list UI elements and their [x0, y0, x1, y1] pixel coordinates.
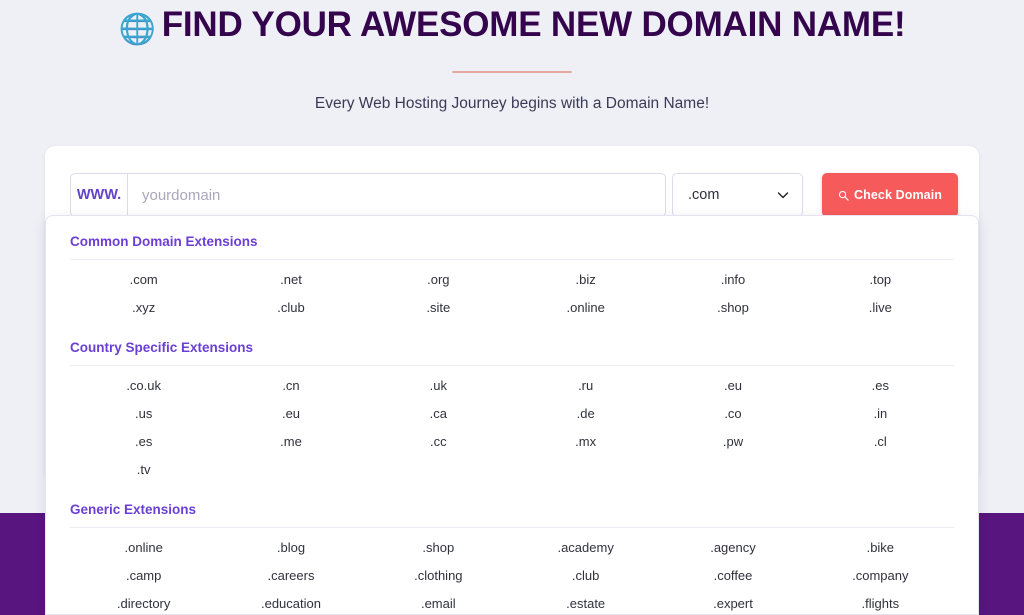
hero-subtitle: Every Web Hosting Journey begins with a …	[314, 95, 710, 112]
extension-section-title: Country Specific Extensions	[70, 340, 254, 355]
page-title: 🌐 FIND YOUR AWESOME NEW DOMAIN NAME!	[0, 4, 1024, 51]
extension-option[interactable]: .online	[512, 294, 659, 322]
extension-option[interactable]: .tv	[70, 456, 217, 484]
extension-option[interactable]: .co.uk	[70, 372, 217, 400]
extension-option[interactable]: .live	[807, 294, 954, 322]
extension-section-title: Generic Extensions	[70, 502, 197, 517]
extension-option[interactable]: .me	[217, 428, 364, 456]
check-domain-button[interactable]: Check Domain	[822, 173, 958, 217]
tld-select-value: .com	[688, 187, 720, 203]
extension-option[interactable]: .site	[365, 294, 512, 322]
extension-option[interactable]: .clothing	[365, 562, 512, 590]
extension-option[interactable]: .cn	[217, 372, 364, 400]
extension-grid: .com .net .org .biz .info .top .xyz .club .site.…	[70, 266, 954, 322]
extension-option[interactable]: .org	[365, 266, 512, 294]
extension-option[interactable]: .coffee	[659, 562, 806, 590]
extension-option[interactable]: .eu	[217, 400, 364, 428]
extension-option[interactable]: .company	[807, 562, 954, 590]
extension-option[interactable]: .cc	[365, 428, 512, 456]
extension-section: Country Specific Extensions .co.uk .cn .uk.…	[70, 322, 954, 484]
extension-option[interactable]: .info	[659, 266, 806, 294]
extension-option[interactable]: .academy	[512, 534, 659, 562]
extension-option[interactable]: .directory	[70, 590, 217, 614]
extension-option[interactable]: .com	[70, 266, 217, 294]
extension-section-title: Common Domain Extensions	[70, 234, 258, 249]
extension-option[interactable]: .ru	[512, 372, 659, 400]
tld-select[interactable]: .com	[672, 173, 803, 217]
extension-option[interactable]: .online	[70, 534, 217, 562]
page-title-text: FIND YOUR AWESOME NEW DOMAIN NAME!	[161, 5, 906, 44]
extension-option[interactable]: .shop	[659, 294, 806, 322]
extension-option[interactable]: .agency	[659, 534, 806, 562]
extension-option[interactable]: .in	[807, 400, 954, 428]
extension-grid: .online .blog .shop .academy .agency .bike .ca…	[70, 534, 954, 614]
section-divider	[70, 259, 954, 260]
section-divider	[70, 527, 954, 528]
extension-option[interactable]: .es	[70, 428, 217, 456]
extension-option[interactable]: .uk	[365, 372, 512, 400]
extension-option[interactable]: .expert	[659, 590, 806, 614]
title-divider	[452, 71, 572, 73]
extension-option[interactable]: .shop	[365, 534, 512, 562]
extension-grid: .co.uk .cn .uk .ru .eu .es .us .eu .ca .de .co .in.…	[70, 372, 954, 484]
extension-option[interactable]: .bike	[807, 534, 954, 562]
chevron-down-icon	[777, 189, 789, 201]
www-prefix-label: WWW.	[70, 173, 128, 217]
domain-extensions-dropdown: Common Domain Extensions .com .net .org .biz…	[45, 215, 979, 615]
check-domain-button-label: Check Domain	[853, 188, 943, 202]
globe-icon: 🌐	[118, 13, 156, 46]
extension-section: Common Domain Extensions .com .net .org .biz…	[70, 216, 954, 322]
extension-option[interactable]: .ca	[365, 400, 512, 428]
extension-option[interactable]: .cl	[807, 428, 954, 456]
hero-header: 🌐 FIND YOUR AWESOME NEW DOMAIN NAME! Ever…	[0, 0, 1024, 113]
section-divider	[70, 365, 954, 366]
extension-option[interactable]: .es	[807, 372, 954, 400]
extension-option[interactable]: .biz	[512, 266, 659, 294]
extension-option[interactable]: .top	[807, 266, 954, 294]
extension-option[interactable]: .net	[217, 266, 364, 294]
extension-option[interactable]: .co	[659, 400, 806, 428]
extension-section: Generic Extensions .online .blog .shop .acad…	[70, 484, 954, 614]
extension-option[interactable]: .club	[512, 562, 659, 590]
extension-option[interactable]: .xyz	[70, 294, 217, 322]
extension-option[interactable]: .us	[70, 400, 217, 428]
extension-option[interactable]: .estate	[512, 590, 659, 614]
extension-option[interactable]: .education	[217, 590, 364, 614]
domain-search-row: WWW. .com Check Domain	[70, 173, 958, 217]
extension-option[interactable]: .de	[512, 400, 659, 428]
extension-option[interactable]: .mx	[512, 428, 659, 456]
extension-option[interactable]: .pw	[659, 428, 806, 456]
extension-option[interactable]: .eu	[659, 372, 806, 400]
domain-search-input[interactable]	[128, 173, 666, 217]
extension-option[interactable]: .careers	[217, 562, 364, 590]
search-icon	[838, 190, 849, 201]
extension-option[interactable]: .club	[217, 294, 364, 322]
extension-option[interactable]: .camp	[70, 562, 217, 590]
extension-option[interactable]: .flights	[807, 590, 954, 614]
extension-option[interactable]: .email	[365, 590, 512, 614]
extension-option[interactable]: .blog	[217, 534, 364, 562]
